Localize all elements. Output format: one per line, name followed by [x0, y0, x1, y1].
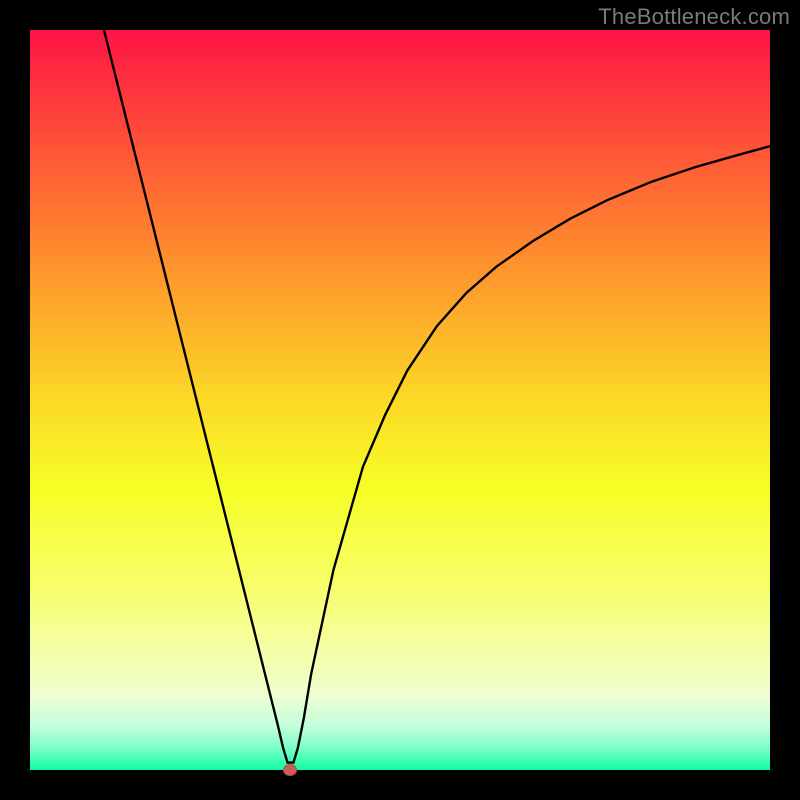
curve-path: [104, 30, 770, 763]
bottleneck-curve: [30, 30, 770, 770]
optimal-point-marker: [283, 764, 297, 776]
plot-area: [30, 30, 770, 770]
chart-frame: TheBottleneck.com: [0, 0, 800, 800]
watermark-text: TheBottleneck.com: [598, 4, 790, 30]
